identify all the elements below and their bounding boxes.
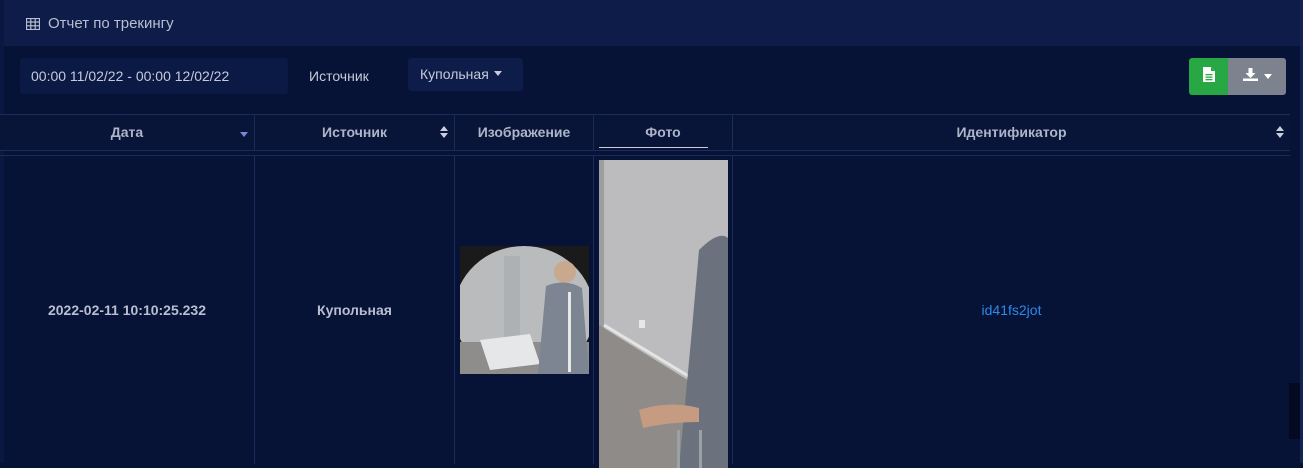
column-header-identifier[interactable]: Идентификатор (733, 115, 1290, 150)
source-dropdown-value: Купольная (420, 66, 489, 82)
column-header-image: Изображение (455, 115, 594, 150)
cell-date: 2022-02-11 10:10:25.232 (0, 156, 255, 464)
date-range-picker[interactable]: 00:00 11/02/22 - 00:00 12/02/22 (20, 58, 288, 94)
file-icon (1202, 66, 1215, 87)
filter-toolbar: 00:00 11/02/22 - 00:00 12/02/22 Источник… (0, 46, 1300, 114)
source-label: Источник (309, 68, 369, 84)
export-dropdown-button[interactable] (1228, 58, 1286, 95)
column-header-date[interactable]: Дата (0, 115, 255, 150)
column-header-label: Изображение (477, 124, 571, 140)
source-dropdown[interactable]: Купольная (408, 58, 523, 91)
chevron-down-icon (1263, 74, 1272, 79)
sort-icon (440, 126, 448, 138)
sort-desc-icon (240, 132, 248, 137)
column-header-photo: Фото (594, 115, 733, 150)
column-header-label: Источник (322, 124, 387, 140)
scrollbar-thumb[interactable] (1289, 383, 1300, 439)
photo-column-underline (599, 147, 708, 148)
page-title: Отчет по трекингу (48, 14, 174, 32)
column-header-label: Фото (645, 124, 681, 140)
identifier-link[interactable]: id41fs2jot (982, 302, 1042, 318)
cell-identifier: id41fs2jot (733, 156, 1290, 464)
report-button[interactable] (1189, 58, 1228, 95)
report-header: Отчет по трекингу (4, 0, 1300, 46)
camera-snapshot-image[interactable] (459, 246, 589, 374)
cell-source: Купольная (255, 156, 455, 464)
table-row[interactable]: 2022-02-11 10:10:25.232 Купольная id41fs (0, 155, 1290, 468)
column-header-label: Идентификатор (956, 124, 1067, 140)
person-photo-image[interactable] (599, 160, 728, 468)
table-header: Дата Источник Изображение Фото Идентифик… (0, 114, 1290, 151)
table-icon (25, 17, 41, 31)
download-icon (1242, 67, 1258, 86)
sort-icon (1276, 126, 1284, 138)
column-header-label: Дата (110, 124, 144, 140)
column-header-source[interactable]: Источник (255, 115, 455, 150)
cell-photo (594, 156, 733, 468)
chevron-down-icon (493, 71, 502, 76)
cell-image (455, 156, 594, 464)
